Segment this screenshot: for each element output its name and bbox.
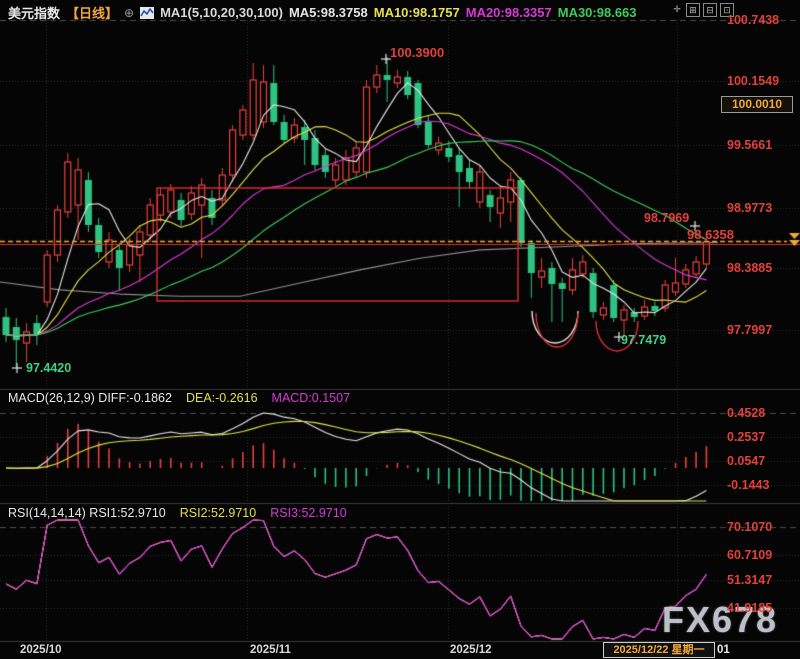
chart-app-window: 美元指数 【日线】 ⊕ MA1(5,10,20,30,100) MA5:98.3…	[0, 0, 800, 659]
cursor-date-box: 2025/12/22 星期一	[603, 642, 715, 658]
macd-value-label: MACD:0.1507	[271, 391, 351, 405]
last-price-annotation: 98.6358	[687, 227, 734, 242]
x-axis-date-label: 2025/11	[250, 644, 291, 656]
ma5-value: MA5:98.3758	[288, 5, 368, 20]
chart-header: 美元指数 【日线】 ⊕ MA1(5,10,20,30,100) MA5:98.3…	[8, 3, 637, 22]
rsi1-label: RSI(14,14,14) RSI1:52.9710	[8, 506, 166, 520]
y-axis-price-label: 98.9773	[727, 201, 773, 215]
ma-group-label: MA1(5,10,20,30,100)	[160, 5, 283, 20]
header-toolbar: ✛ ⊞ ⊟ ⊡	[671, 3, 734, 17]
chart-type-icon[interactable]	[140, 6, 155, 19]
add-indicator-icon[interactable]: ⊕	[124, 6, 134, 20]
ma20-value: MA20:98.3357	[465, 5, 552, 20]
x-axis-date-label: 2025/12	[450, 644, 492, 656]
price-level-box: 100.0010	[721, 96, 793, 113]
y-axis-price-label: 98.3885	[727, 261, 773, 275]
low-price-annotation: 97.4420	[26, 361, 72, 375]
y-axis-price-label: 97.7997	[727, 323, 773, 337]
symbol-title: 美元指数	[8, 6, 61, 21]
price-chart-canvas[interactable]	[0, 0, 800, 659]
timeframe-tag[interactable]: 【日线】	[66, 3, 118, 22]
ma30-value: MA30:98.663	[557, 5, 637, 20]
pane-grid-icon[interactable]: ⊞	[686, 3, 700, 17]
y-axis-macd-label: 0.4528	[727, 406, 766, 420]
ma10-value: MA10:98.1757	[373, 5, 460, 20]
macd-diff-label: MACD(26,12,9) DIFF:-0.1862	[8, 391, 172, 405]
y-axis-price-label: 99.5661	[727, 138, 773, 152]
high-price-annotation: 100.3900	[390, 45, 445, 60]
rsi2-label: RSI2:52.9710	[179, 506, 257, 520]
macd-dea-label: DEA:-0.2616	[185, 391, 258, 405]
y-axis-macd-label: 0.2537	[727, 430, 766, 444]
y-axis-price-label: 100.1549	[727, 74, 780, 88]
y-axis-macd-label: -0.1443	[727, 478, 770, 492]
rsi3-label: RSI3:52.9710	[270, 506, 347, 520]
pane-split-icon[interactable]: ⊟	[703, 3, 717, 17]
move-icon[interactable]: ✛	[671, 3, 683, 15]
macd-indicator-row: MACD(26,12,9) DIFF:-0.1862 DEA:-0.2616 M…	[8, 391, 350, 405]
swing-low-annotation: 97.7479	[621, 333, 667, 347]
y-axis-rsi-label: 70.1070	[727, 520, 773, 534]
rsi-indicator-row: RSI(14,14,14) RSI1:52.9710 RSI2:52.9710 …	[8, 506, 347, 520]
x-axis-date-label: 2025/10	[20, 644, 62, 656]
resistance-price-annotation: 98.7969	[644, 211, 690, 225]
y-axis-rsi-label: 41.9185	[727, 601, 773, 615]
y-axis-macd-label: 0.0547	[727, 454, 766, 468]
y-axis-rsi-label: 60.7109	[727, 548, 773, 562]
y-axis-rsi-label: 51.3147	[727, 573, 773, 587]
cursor-date-extra: 01	[717, 644, 730, 656]
y-axis-price-label: 100.7438	[727, 13, 780, 27]
